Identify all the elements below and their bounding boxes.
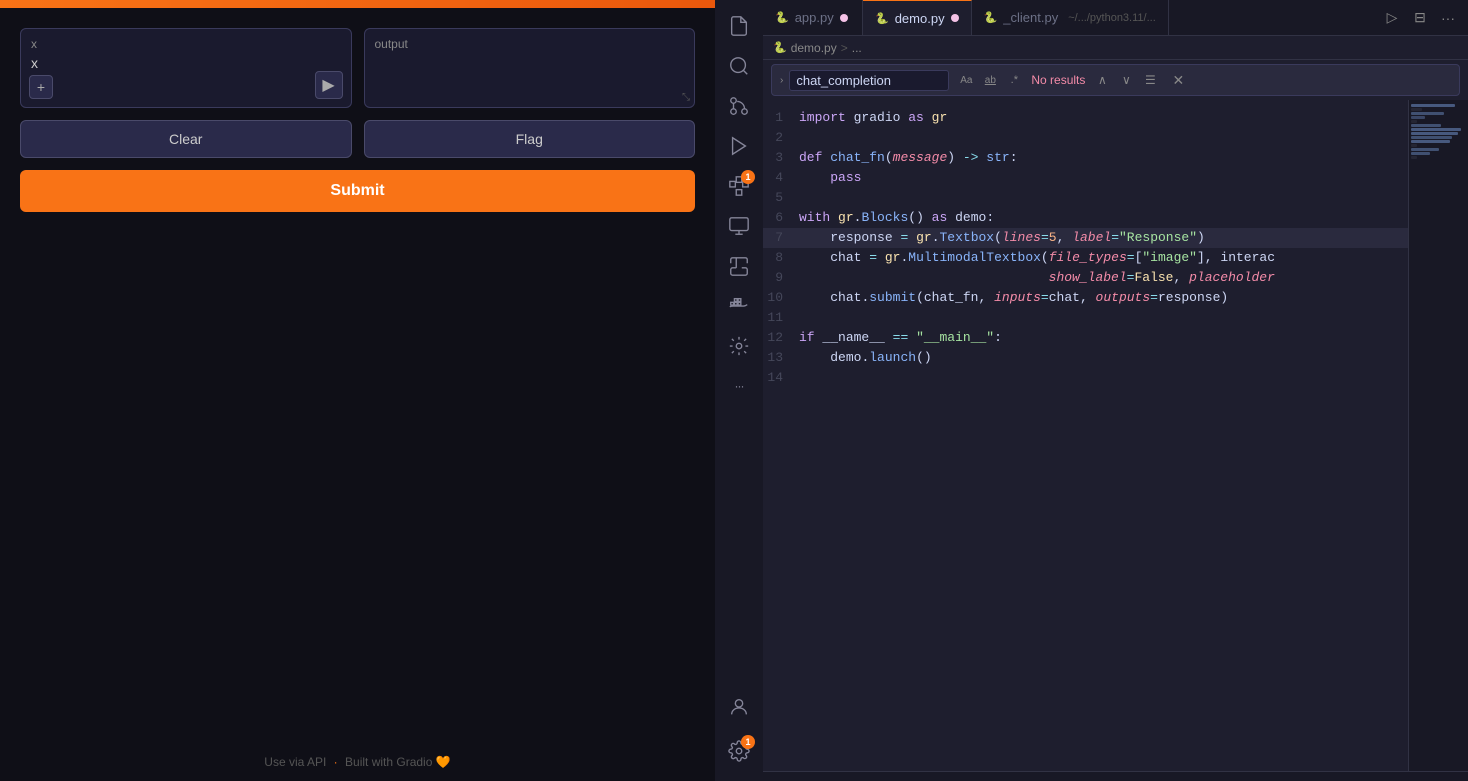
code-line-6: 6 with gr.Blocks() as demo: [763, 208, 1408, 228]
breadcrumb-separator: > [841, 41, 848, 55]
minimap [1408, 100, 1468, 771]
docker-icon[interactable] [721, 288, 757, 324]
copilot-icon[interactable] [721, 328, 757, 364]
code-line-3: 3 def chat_fn(message) -> str: [763, 148, 1408, 168]
find-close-button[interactable]: ✕ [1167, 69, 1189, 91]
code-line-13: 13 demo.launch() [763, 348, 1408, 368]
python-icon-2: 🐍 [875, 12, 889, 25]
editor-main: 1 import gradio as gr 2 3 def chat_fn(me… [763, 100, 1468, 771]
python-icon: 🐍 [775, 11, 789, 24]
source-control-icon[interactable] [721, 88, 757, 124]
search-icon[interactable] [721, 48, 757, 84]
input-output-row: x + ▶ output ⤡ [20, 28, 695, 108]
input-label: x [31, 37, 341, 51]
gradio-emoji: 🧡 [436, 755, 451, 769]
clear-button[interactable]: Clear [20, 120, 352, 158]
find-prev-button[interactable]: ∧ [1091, 69, 1113, 91]
tab-client-py[interactable]: 🐍 _client.py ~/.../python3.11/... [972, 0, 1169, 35]
tab-bar: 🐍 app.py 🐍 demo.py 🐍 _client.py ~/.../py… [763, 0, 1468, 36]
settings-icon[interactable]: 1 [721, 733, 757, 769]
gradio-panel: x + ▶ output ⤡ Clear Flag [0, 0, 715, 781]
settings-badge: 1 [741, 735, 755, 749]
api-text: Use via API [264, 755, 326, 769]
tab-demo-dot [951, 14, 959, 22]
run-button[interactable]: ▷ [1380, 6, 1404, 30]
add-button[interactable]: + [29, 75, 53, 99]
tab-demo-py[interactable]: 🐍 demo.py [863, 0, 972, 35]
remote-explorer-icon[interactable] [721, 208, 757, 244]
activity-bar: 1 ··· [715, 0, 763, 781]
find-options: Aa ab .* [955, 69, 1025, 91]
tab-modified-dot [840, 14, 848, 22]
output-box: output ⤡ [364, 28, 696, 108]
separator-dot: · [334, 755, 341, 769]
vscode-panel: 1 ··· [715, 0, 1468, 781]
tab-bar-actions: ▷ ⊟ ··· [1372, 0, 1468, 35]
tab-client-label: _client.py [1003, 10, 1058, 25]
editor-scrollbar[interactable] [763, 771, 1468, 781]
gradio-footer: Use via API · Built with Gradio 🧡 [0, 755, 715, 769]
breadcrumb: 🐍 demo.py > ... [763, 36, 1468, 60]
tab-app-py[interactable]: 🐍 app.py [763, 0, 863, 35]
input-field[interactable] [31, 55, 301, 71]
code-line-14: 14 [763, 368, 1408, 388]
activity-bottom: 1 [721, 689, 757, 769]
submit-button[interactable]: Submit [20, 170, 695, 212]
code-line-4: 4 pass [763, 168, 1408, 188]
find-navigation: ∧ ∨ ☰ [1091, 69, 1161, 91]
tab-client-path: ~/.../python3.11/... [1068, 12, 1156, 24]
extensions-badge: 1 [741, 170, 755, 184]
find-input[interactable] [789, 70, 949, 91]
regex-button[interactable]: .* [1003, 69, 1025, 91]
account-icon[interactable] [721, 689, 757, 725]
minimap-content [1411, 104, 1466, 767]
python-icon-3: 🐍 [984, 11, 998, 24]
find-expand-button[interactable]: › [780, 75, 783, 86]
top-bar [0, 0, 715, 8]
code-line-8: 8 chat = gr.MultimodalTextbox(file_types… [763, 248, 1408, 268]
built-text: Built with Gradio [345, 755, 432, 769]
files-icon[interactable] [721, 8, 757, 44]
clear-flag-row: Clear Flag [20, 120, 695, 158]
send-icon: ▶ [322, 75, 334, 95]
resize-handle[interactable]: ⤡ [682, 92, 690, 103]
find-widget: › Aa ab .* No results ∧ ∨ ☰ ✕ [771, 64, 1460, 96]
code-line-2: 2 [763, 128, 1408, 148]
code-line-5: 5 [763, 188, 1408, 208]
output-label: output [375, 37, 685, 51]
match-case-button[interactable]: Aa [955, 69, 977, 91]
breadcrumb-file-icon: 🐍 [773, 41, 787, 54]
find-no-results: No results [1031, 73, 1085, 87]
split-editor-button[interactable]: ⊟ [1408, 6, 1432, 30]
code-line-11: 11 [763, 308, 1408, 328]
tab-demo-label: demo.py [895, 11, 945, 26]
code-line-7: 7 response = gr.Textbox(lines=5, label="… [763, 228, 1408, 248]
whole-word-button[interactable]: ab [979, 69, 1001, 91]
code-line-12: 12 if __name__ == "__main__": [763, 328, 1408, 348]
extensions-icon[interactable]: 1 [721, 168, 757, 204]
input-box: x + ▶ [20, 28, 352, 108]
testing-icon[interactable] [721, 248, 757, 284]
find-select-all-button[interactable]: ☰ [1139, 69, 1161, 91]
flag-button[interactable]: Flag [364, 120, 696, 158]
breadcrumb-symbol: ... [852, 41, 862, 55]
tab-app-label: app.py [795, 10, 834, 25]
send-button[interactable]: ▶ [315, 71, 343, 99]
editor-area: 🐍 app.py 🐍 demo.py 🐍 _client.py ~/.../py… [763, 0, 1468, 781]
code-editor[interactable]: 1 import gradio as gr 2 3 def chat_fn(me… [763, 100, 1408, 771]
run-debug-icon[interactable] [721, 128, 757, 164]
breadcrumb-filename: demo.py [791, 41, 837, 55]
input-actions: + [29, 75, 53, 99]
more-actions-button[interactable]: ··· [1436, 6, 1460, 30]
find-next-button[interactable]: ∨ [1115, 69, 1137, 91]
gradio-content: x + ▶ output ⤡ Clear Flag [0, 8, 715, 781]
code-line-1: 1 import gradio as gr [763, 108, 1408, 128]
code-line-9: 9 show_label=False, placeholder [763, 268, 1408, 288]
more-icon[interactable]: ··· [721, 368, 757, 404]
code-line-10: 10 chat.submit(chat_fn, inputs=chat, out… [763, 288, 1408, 308]
